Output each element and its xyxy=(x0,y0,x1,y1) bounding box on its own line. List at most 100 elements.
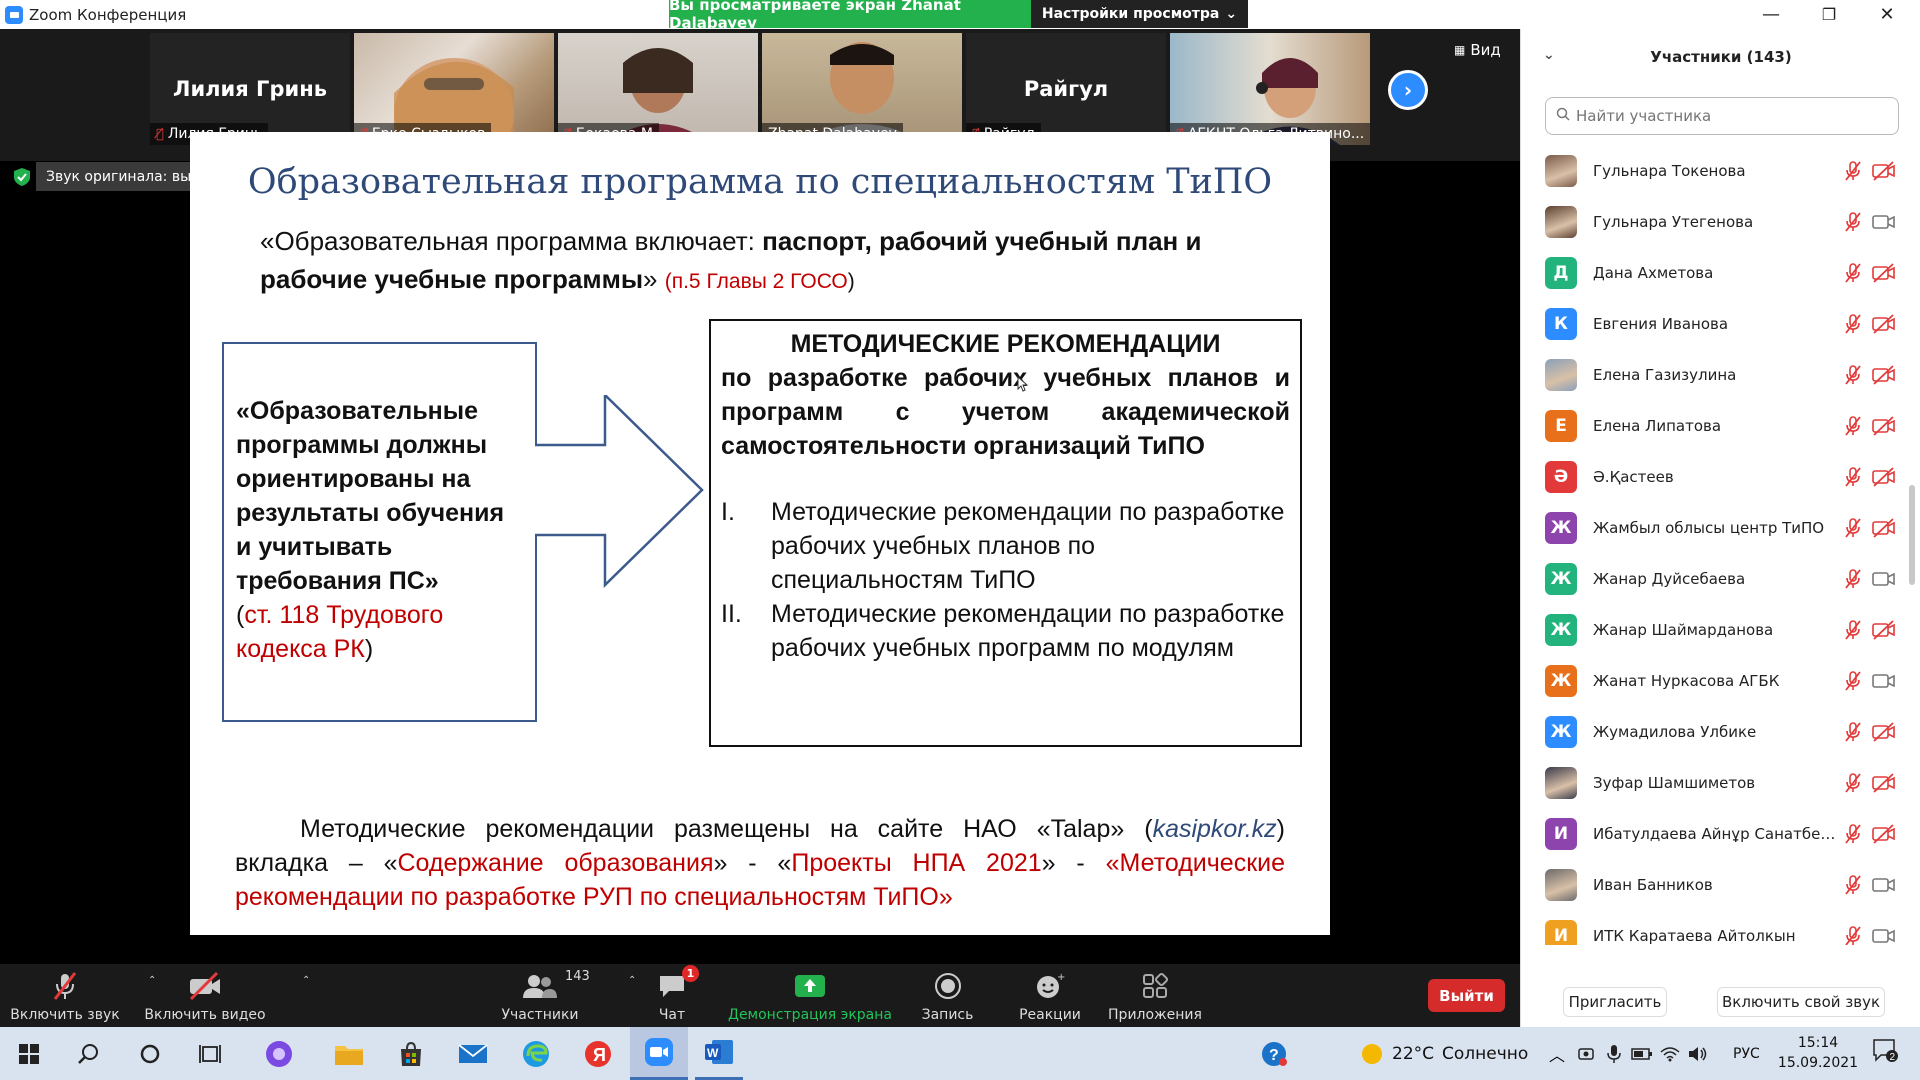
participant-row[interactable]: Елена Газизулина xyxy=(1521,349,1911,400)
start-video-label: Включить видео xyxy=(144,1007,266,1023)
participant-row[interactable]: Ж Жамбыл облысы центр ТиПО xyxy=(1521,502,1911,553)
participant-row[interactable]: Д Дана Ахметова xyxy=(1521,247,1911,298)
invite-button[interactable]: Пригласить xyxy=(1563,987,1667,1017)
participants-button[interactable]: 143 ⌃ Участники xyxy=(495,964,636,1027)
minimize-icon: — xyxy=(1762,4,1780,25)
tray-overflow[interactable]: ︿ xyxy=(1543,1027,1571,1080)
reactions-button[interactable]: + Реакции xyxy=(1010,964,1090,1027)
search-icon xyxy=(1556,107,1570,125)
participant-row[interactable]: Гульнара Токенова xyxy=(1521,145,1911,196)
participant-row[interactable]: Ә Ә.Қастеев xyxy=(1521,451,1911,502)
unmute-me-button[interactable]: Включить свой звук xyxy=(1717,987,1885,1017)
caret-up-icon[interactable]: ⌃ xyxy=(302,975,310,986)
start-video-button[interactable]: ⌃ Включить видео xyxy=(140,964,310,1027)
participants-scrollbar[interactable] xyxy=(1909,485,1915,585)
mic-muted-icon xyxy=(1843,211,1863,233)
share-screen-button[interactable]: Демонстрация экрана xyxy=(725,964,895,1027)
minimize-button[interactable]: — xyxy=(1742,0,1800,29)
taskbar-yandex[interactable]: Я xyxy=(574,1027,622,1080)
meeting-main-area: Лилия Гринь 🎙̸Лилия Гринь 🎙̸Ерке Сыздыко… xyxy=(0,29,1520,964)
start-button[interactable] xyxy=(5,1027,53,1080)
taskbar-word[interactable]: W xyxy=(695,1027,743,1080)
mic-muted-icon xyxy=(1843,313,1863,335)
apps-button[interactable]: Приложения xyxy=(1105,964,1205,1027)
cortana-button[interactable] xyxy=(126,1027,174,1080)
window-title: Zoom Конференция xyxy=(29,5,187,24)
video-off-icon xyxy=(1871,262,1897,284)
system-clock[interactable]: 15:14 15.09.2021 xyxy=(1773,1033,1863,1073)
view-options-menu[interactable]: Настройки просмотра ⌄ xyxy=(1031,0,1248,28)
language-indicator[interactable]: РУС xyxy=(1733,1027,1760,1080)
store-icon xyxy=(401,1041,421,1066)
camera-icon xyxy=(1578,1047,1594,1060)
tray-network[interactable] xyxy=(1656,1027,1684,1080)
participant-row[interactable]: Гульнара Утегенова xyxy=(1521,196,1911,247)
search-input[interactable] xyxy=(1576,107,1876,125)
taskbar-explorer[interactable] xyxy=(325,1027,373,1080)
chat-button[interactable]: 1 Чат xyxy=(632,964,712,1027)
slide-quote: «Образовательная программа включает: пас… xyxy=(260,222,1240,301)
recommendations-list: I. Методические рекомендации по разработк… xyxy=(721,495,1290,665)
taskbar-help[interactable]: ? xyxy=(1250,1027,1298,1080)
participant-name: Гульнара Утегенова xyxy=(1593,212,1754,231)
video-tile[interactable]: 🎙̸Бокаева М xyxy=(558,33,758,145)
meeting-toolbar: ⌃ Включить звук ⌃ Включить видео 143 ⌃ Уч… xyxy=(0,964,1520,1027)
avatar: Ж xyxy=(1545,715,1577,748)
leave-meeting-button[interactable]: Выйти xyxy=(1428,979,1505,1012)
notifications-button[interactable]: 2 xyxy=(1872,1037,1898,1067)
mail-icon xyxy=(458,1043,488,1063)
video-tile[interactable]: 🎙̸АГКНТ Ольга Литвино... xyxy=(1170,33,1370,145)
video-tile[interactable]: Райгул 🎙̸Райгул xyxy=(966,33,1166,145)
record-button[interactable]: Запись xyxy=(910,964,985,1027)
list-item-text: Методические рекомендации по разработке … xyxy=(771,600,1285,662)
mouse-pointer-icon xyxy=(1017,376,1029,392)
taskbar-zoom[interactable] xyxy=(630,1027,688,1080)
taskbar-store[interactable] xyxy=(387,1027,435,1080)
zoom-icon xyxy=(645,1038,673,1066)
participant-row[interactable]: Иван Банников xyxy=(1521,859,1911,910)
notification-icon: 2 xyxy=(1873,1039,1898,1063)
participant-row[interactable]: Зуфар Шамшиметов xyxy=(1521,757,1911,808)
weather-widget[interactable]: 22°C Солнечно xyxy=(1360,1027,1528,1080)
shared-screen-slide: Образовательная программа по специальнос… xyxy=(190,132,1330,935)
taskbar-mail[interactable] xyxy=(449,1027,497,1080)
participant-row[interactable]: Е Елена Липатова xyxy=(1521,400,1911,451)
participant-row[interactable]: И ИТК Каратаева Айтолкын xyxy=(1521,910,1911,945)
participant-name: Ә.Қастеев xyxy=(1593,467,1674,486)
video-tile[interactable]: 🎙̸Ерке Сыздыков xyxy=(354,33,554,145)
tray-volume[interactable] xyxy=(1684,1027,1712,1080)
participant-row[interactable]: Ж Жанат Нуркасова АГБК xyxy=(1521,655,1911,706)
participant-search[interactable] xyxy=(1545,97,1899,135)
mic-muted-icon xyxy=(1843,466,1863,488)
volume-icon xyxy=(1689,1046,1707,1061)
tray-battery[interactable] xyxy=(1628,1027,1656,1080)
view-button[interactable]: ▦ Вид xyxy=(1454,41,1501,59)
restore-button[interactable]: ❐ xyxy=(1800,0,1858,29)
participant-row[interactable]: К Евгения Иванова xyxy=(1521,298,1911,349)
video-tile-active-speaker[interactable]: Zhanat Dalabayev xyxy=(762,33,962,145)
tray-webcam[interactable] xyxy=(1572,1027,1600,1080)
participant-row[interactable]: И Ибатулдаева Айнұр Санатбекқы... xyxy=(1521,808,1911,859)
unmute-button[interactable]: ⌃ Включить звук xyxy=(10,964,156,1027)
avatar: Д xyxy=(1545,256,1577,289)
chevron-down-icon[interactable]: ⌄ xyxy=(1543,47,1555,63)
participant-row[interactable]: Ж Жанар Шаймарданова xyxy=(1521,604,1911,655)
taskbar-app[interactable] xyxy=(255,1027,303,1080)
taskbar-edge[interactable] xyxy=(512,1027,560,1080)
next-page-button[interactable]: › xyxy=(1388,70,1428,110)
participant-row[interactable]: Ж Жумадилова Улбике xyxy=(1521,706,1911,757)
mic-muted-icon xyxy=(1843,670,1863,692)
video-tile[interactable]: Лилия Гринь 🎙̸Лилия Гринь xyxy=(150,33,350,145)
close-button[interactable]: ✕ xyxy=(1858,0,1916,29)
participant-name: ИТК Каратаева Айтолкын xyxy=(1593,926,1796,945)
task-view-button[interactable] xyxy=(186,1027,234,1080)
search-taskbar-button[interactable] xyxy=(64,1027,112,1080)
clock-date: 15.09.2021 xyxy=(1777,1055,1859,1071)
video-off-icon xyxy=(1871,364,1897,386)
avatar: И xyxy=(1545,919,1577,945)
avatar: Ә xyxy=(1545,460,1577,493)
tray-mic[interactable] xyxy=(1600,1027,1628,1080)
video-off-icon xyxy=(1871,466,1897,488)
video-off-icon xyxy=(1871,721,1897,743)
participant-row[interactable]: Ж Жанар Дуйсебаева xyxy=(1521,553,1911,604)
